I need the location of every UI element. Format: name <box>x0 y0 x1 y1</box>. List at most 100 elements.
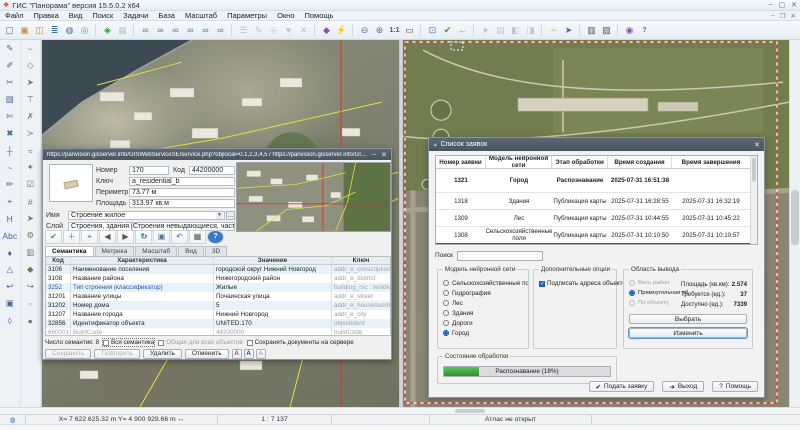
legend-icon[interactable]: ◆ <box>319 22 334 38</box>
output-radio-option[interactable]: Весь район <box>624 278 688 288</box>
table-row[interactable]: 31202 Номер дома 5 addr_e_housenumb <box>46 301 390 310</box>
model-radio-option[interactable]: Гидрография <box>438 288 528 298</box>
tab[interactable]: 3D <box>205 246 227 256</box>
route-icon[interactable]: ~ <box>546 22 561 38</box>
close-icon[interactable]: ✕ <box>791 1 797 9</box>
table-row[interactable]: 1321 Город Распознавание 2025-07-31 16:5… <box>436 169 750 193</box>
print-setup-icon[interactable]: ▨ <box>599 22 614 38</box>
open-map-icon[interactable]: ▣ <box>17 22 32 38</box>
output-radio-option[interactable]: По объекту <box>624 298 688 308</box>
search-repeat-icon[interactable]: ∞ <box>213 22 228 38</box>
mdi-window-button[interactable]: ‒ <box>771 12 775 20</box>
help-pointer-icon[interactable]: ? <box>637 22 652 38</box>
table-row[interactable]: 31201 Название улицы Почаинская улица ad… <box>46 292 390 301</box>
undo-icon[interactable]: ↶ <box>171 230 188 244</box>
help-icon[interactable]: ? <box>207 230 224 244</box>
marker-tool-icon[interactable]: ♦ <box>0 244 19 261</box>
menu-item[interactable]: Вид <box>64 11 88 20</box>
horizontal-scrollbar[interactable] <box>0 407 800 414</box>
map-scale[interactable]: 1 : 7 137 <box>218 415 332 424</box>
t-tool-icon[interactable]: ⊤ <box>21 91 40 108</box>
edit-object-icon[interactable]: ✎ <box>251 22 266 38</box>
chevron-down-icon[interactable]: ▼ <box>216 212 223 219</box>
edit-line-icon[interactable]: ✐ <box>0 57 19 74</box>
open-data-icon[interactable]: ◫ <box>32 22 47 38</box>
map-select-icon[interactable]: ◧ <box>508 22 523 38</box>
table-row[interactable]: 1308 Сельскохозяйственные поля Публикаци… <box>436 227 750 244</box>
globe-icon[interactable]: ◍ <box>0 415 26 424</box>
menu-item[interactable]: Правка <box>28 11 63 20</box>
tab[interactable]: Метрика <box>95 246 135 256</box>
angle-tool-icon[interactable]: ≻ <box>21 125 40 142</box>
menu-item[interactable]: База <box>153 11 180 20</box>
cancel-button[interactable]: Отменить <box>185 349 229 359</box>
settings-tool-icon[interactable]: ⚙ <box>21 227 40 244</box>
table-scrollbar[interactable] <box>750 156 757 244</box>
vertical-scrollbar[interactable] <box>789 40 800 407</box>
menu-item[interactable]: Задачи <box>118 11 153 20</box>
table-row[interactable]: 3108 Название района Нижегородский район… <box>46 274 390 283</box>
delete-tool-icon[interactable]: ✖ <box>0 125 19 142</box>
name-combo[interactable]: Строение жилое▼ <box>68 211 225 220</box>
map-nav-icon[interactable]: ◨ <box>523 22 538 38</box>
table-row[interactable]: 660001 BuildCode 44200000 buildCode <box>46 328 390 336</box>
abc-label-icon[interactable]: Abc <box>0 227 19 244</box>
table-row[interactable]: 3252 Тип строения (классификатор) Жилые … <box>46 283 390 292</box>
open-database-icon[interactable]: ≣ <box>47 22 62 38</box>
zoom-in-icon[interactable]: ⊕ <box>372 22 387 38</box>
print-icon[interactable]: ▥ <box>584 22 599 38</box>
menu-item[interactable]: Масштаб <box>180 11 222 20</box>
select-tool-icon[interactable]: ➤ <box>21 74 40 91</box>
submit-request-button[interactable]: ✔Подать заявку <box>589 381 655 392</box>
code-field[interactable]: 44200000 <box>189 166 235 175</box>
sign-addresses-checkbox[interactable]: Подписать адреса объектов <box>539 280 629 287</box>
close-icon[interactable]: ✕ <box>754 141 760 149</box>
documents-icon[interactable]: ▦ <box>189 230 206 244</box>
fit-extent-icon[interactable]: ▭ <box>402 22 417 38</box>
search-icon[interactable]: ∞ <box>138 22 153 38</box>
save-button[interactable]: Сохранить <box>45 349 91 359</box>
run-task-icon[interactable]: ⚡ <box>334 22 349 38</box>
split-tool-icon[interactable]: ✄ <box>0 108 19 125</box>
delete-object-icon[interactable]: ✕ <box>296 22 311 38</box>
table-row[interactable]: 1318 Здания Публикация карты 2025-07-31 … <box>436 193 750 210</box>
menu-item[interactable]: Параметры <box>222 11 272 20</box>
confirm-icon[interactable]: ✔ <box>45 230 62 244</box>
change-area-button[interactable]: Изменить <box>629 328 747 338</box>
object-list-icon[interactable]: ☰ <box>236 22 251 38</box>
palette-icon[interactable]: ◉ <box>622 22 637 38</box>
requests-dialog-titlebar[interactable]: ◂ Список заявок ✕ <box>429 138 764 151</box>
model-radio-option[interactable]: Лес <box>438 298 528 308</box>
minimize-icon[interactable]: – <box>769 1 773 9</box>
create-object-icon[interactable]: ＋ <box>63 230 80 244</box>
refresh-icon[interactable]: ↻ <box>135 230 152 244</box>
spline-tool-icon[interactable]: ~ <box>21 40 40 57</box>
add-layer-icon[interactable]: ▦ <box>115 22 130 38</box>
scale-1-1-icon[interactable]: 1:1 <box>387 22 402 38</box>
save-docs-checkbox[interactable]: Сохранять документы на сервере <box>247 339 354 346</box>
undo-tool-icon[interactable]: ↩ <box>0 278 19 295</box>
apply-selection-icon[interactable]: ✔ <box>440 22 455 38</box>
select-area-icon[interactable]: ⊡ <box>425 22 440 38</box>
fill-tool-icon[interactable]: ▨ <box>0 91 19 108</box>
font-blue-button[interactable]: A <box>244 349 254 359</box>
menu-item[interactable]: Окно <box>272 11 299 20</box>
repeat-button[interactable]: Повторить <box>94 349 140 359</box>
model-radio-option[interactable]: Дороги <box>438 318 528 328</box>
table-row[interactable]: 3106 Наименование поселения городской ок… <box>46 265 390 274</box>
add-object-icon[interactable]: ＋ <box>266 22 281 38</box>
mdi-window-button[interactable]: ❐ <box>780 12 786 20</box>
pointer-icon[interactable]: ➤ <box>478 22 493 38</box>
menu-item[interactable]: Помощь <box>300 11 339 20</box>
crosshair-tool-icon[interactable]: ┼ <box>0 142 19 159</box>
common-for-all-checkbox[interactable]: Общая для всех объектов <box>158 339 242 346</box>
relief-tool-icon[interactable]: △ <box>0 261 19 278</box>
table-row[interactable]: 32856 Идентификатор объекта UNITED.170 o… <box>46 319 390 328</box>
table-row[interactable]: 1309 Лес Публикация карты 2025-07-31 10:… <box>436 210 750 227</box>
h-tool-icon[interactable]: H <box>0 210 19 227</box>
search-by-name-icon[interactable]: ∞ <box>153 22 168 38</box>
key-field[interactable]: a_residential_b <box>129 177 235 186</box>
pencil-tool-icon[interactable]: ✏ <box>0 176 19 193</box>
polygon-tool-icon[interactable]: ◇ <box>21 57 40 74</box>
dot-tool-icon[interactable]: ▫ <box>21 295 40 312</box>
